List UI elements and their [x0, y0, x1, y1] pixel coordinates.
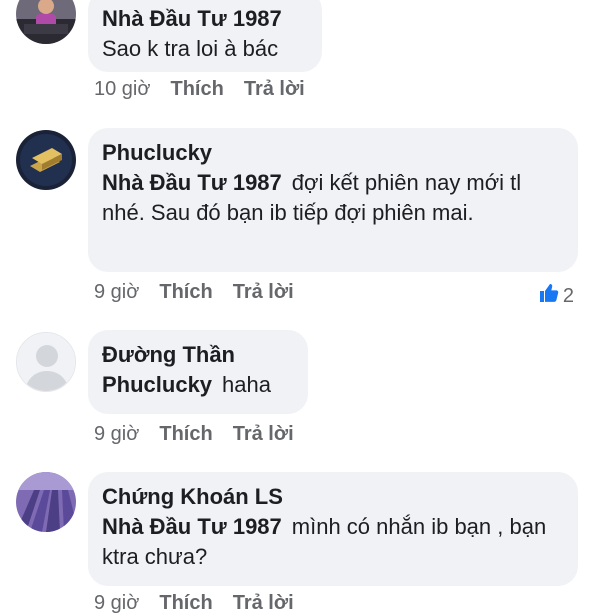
comment-meta: 9 giờ Thích Trả lời — [94, 281, 294, 304]
comment-meta: 10 giờ Thích Trả lời — [94, 78, 305, 101]
comment-bubble: Phuclucky Nhà Đầu Tư 1987 đợi kết phiên n… — [88, 128, 578, 272]
comment-text: Phuclucky haha — [102, 370, 292, 400]
avatar-photo-icon — [16, 472, 76, 532]
comment-time: 9 giờ — [94, 281, 140, 303]
avatar[interactable] — [16, 0, 76, 44]
comment-text: Sao k tra loi à bác — [102, 34, 306, 64]
comment-author[interactable]: Nhà Đầu Tư 1987 — [102, 4, 306, 34]
mention-link[interactable]: Phuclucky — [102, 372, 212, 397]
comment-time: 9 giờ — [94, 592, 140, 614]
like-link[interactable]: Thích — [170, 78, 223, 101]
comment-author[interactable]: Chứng Khoán LS — [102, 482, 562, 512]
comment-body: haha — [222, 372, 271, 397]
comment-text: Nhà Đầu Tư 1987 mình có nhắn ib bạn , bạn… — [102, 512, 562, 572]
comment-text: Nhà Đầu Tư 1987 đợi kết phiên nay mới tl … — [102, 168, 562, 228]
reaction-count: 2 — [562, 284, 574, 307]
default-avatar-icon — [17, 333, 75, 391]
comment-bubble: Đường Thần Phuclucky haha — [88, 330, 308, 414]
mention-link[interactable]: Nhà Đầu Tư 1987 — [102, 514, 282, 539]
avatar[interactable] — [16, 332, 76, 392]
comment-time: 10 giờ — [94, 78, 151, 100]
like-link[interactable]: Thích — [159, 423, 212, 446]
comment-author[interactable]: Phuclucky — [102, 138, 562, 168]
comment-body: Sao k tra loi à bác — [102, 36, 279, 61]
avatar[interactable] — [16, 130, 76, 190]
like-link[interactable]: Thích — [159, 592, 212, 615]
like-link[interactable]: Thích — [159, 281, 212, 304]
avatar-photo-icon — [16, 0, 76, 44]
comment-bubble: Chứng Khoán LS Nhà Đầu Tư 1987 mình có nh… — [88, 472, 578, 586]
comment-meta: 9 giờ Thích Trả lời — [94, 423, 294, 446]
comment-time: 9 giờ — [94, 423, 140, 445]
reaction-summary[interactable]: 2 — [538, 282, 574, 310]
reply-link[interactable]: Trả lời — [244, 78, 305, 101]
comment-meta: 9 giờ Thích Trả lời — [94, 592, 294, 615]
avatar[interactable] — [16, 472, 76, 532]
like-reaction-icon — [538, 282, 560, 310]
mention-link[interactable]: Nhà Đầu Tư 1987 — [102, 170, 282, 195]
avatar-photo-icon — [16, 130, 76, 190]
reply-link[interactable]: Trả lời — [233, 592, 294, 615]
reply-link[interactable]: Trả lời — [233, 281, 294, 304]
comment-author[interactable]: Đường Thần — [102, 340, 292, 370]
reply-link[interactable]: Trả lời — [233, 423, 294, 446]
comment-bubble: Nhà Đầu Tư 1987 Sao k tra loi à bác — [88, 0, 322, 72]
